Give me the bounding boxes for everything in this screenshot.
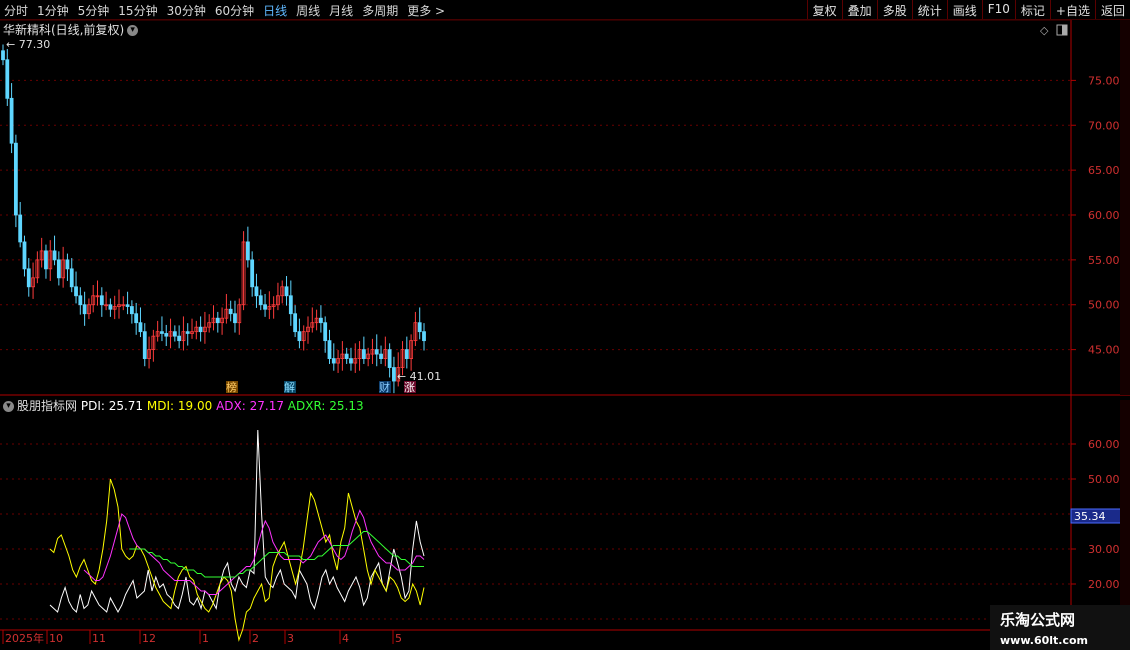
candle-body [387, 349, 392, 368]
price-tick-label: 60.00 [1088, 209, 1120, 222]
candle-body [417, 322, 422, 333]
candle-body [263, 304, 267, 310]
kline-chart-canvas[interactable]: 75.00 70.00 65.00 60.00 55.00 50.00 45.00 60.00… [0, 0, 1130, 650]
series-mdi-line [49, 478, 425, 642]
price-tick-label: 65.00 [1088, 164, 1120, 177]
series-adx-line [83, 509, 425, 595]
candle-body [250, 259, 255, 288]
high-price-label: ← 77.30 [6, 38, 50, 51]
candle-body [198, 326, 203, 333]
candle-body [52, 250, 57, 261]
candle-body [361, 349, 366, 359]
time-axis-label: 10 [49, 632, 63, 645]
candle-body [56, 259, 61, 279]
price-tick-label: 70.00 [1088, 119, 1120, 132]
time-axis-label: 3 [287, 632, 294, 645]
candle-body [318, 317, 323, 324]
price-tick-label: 75.00 [1088, 74, 1120, 87]
event-marker[interactable]: 榜 [226, 380, 237, 394]
candle-body [78, 295, 83, 306]
candle-body [404, 349, 409, 359]
candle-body [288, 295, 293, 315]
candle-body [69, 268, 74, 288]
candle-body [374, 349, 379, 355]
candle-body [245, 241, 250, 261]
indicator-tick-label: 20.00 [1088, 578, 1120, 591]
time-axis-label: 11 [92, 632, 106, 645]
candle-body [215, 317, 220, 324]
candle-body [125, 304, 130, 307]
candle-body [160, 331, 164, 334]
price-tick-label: 45.00 [1088, 344, 1120, 357]
indicator-tick-label: 50.00 [1088, 473, 1120, 486]
time-axis-label: 5 [395, 632, 402, 645]
candle-body [392, 367, 396, 382]
candle-body [22, 241, 27, 270]
candle-body [327, 340, 332, 359]
candle-body [185, 331, 190, 334]
event-marker[interactable]: 涨 [404, 381, 415, 394]
candle-body [129, 306, 134, 315]
time-axis-label: 1 [202, 632, 209, 645]
candle-body [254, 286, 259, 297]
candle-body [172, 331, 177, 337]
candle-body [138, 322, 143, 333]
candle-body [134, 313, 139, 324]
candle-body [293, 313, 298, 333]
price-tick-label: 50.00 [1088, 299, 1120, 312]
candle-body [258, 295, 263, 306]
candle-body [13, 142, 18, 216]
candle-body [177, 335, 182, 342]
candle-body [297, 331, 302, 342]
watermark-title: 乐淘公式网 [1000, 611, 1075, 629]
candle-body [18, 214, 23, 243]
candle-body [331, 358, 336, 364]
watermark-url: www.60lt.com [1000, 634, 1088, 647]
event-marker[interactable]: 解 [284, 380, 295, 394]
candle-body [82, 304, 87, 315]
time-axis-label: 4 [342, 632, 349, 645]
diamond-icon[interactable]: ◇ [1040, 24, 1049, 37]
candle-body [323, 322, 328, 342]
time-axis-label: 2 [252, 632, 259, 645]
candle-body [65, 259, 70, 270]
candle-body [74, 286, 78, 297]
candle-body [228, 308, 233, 315]
candle-body [233, 313, 237, 324]
indicator-tick-label: 60.00 [1088, 438, 1120, 451]
candle-body [344, 353, 349, 359]
event-marker[interactable]: 财 [379, 380, 390, 394]
candle-body [99, 295, 104, 306]
candle-body [349, 358, 353, 364]
candle-body [108, 304, 113, 310]
series-pdi-line [49, 429, 425, 614]
candle-body [5, 59, 10, 99]
time-axis-label: 12 [142, 632, 156, 645]
candle-body [422, 331, 426, 342]
candle-body [379, 353, 383, 359]
candle-body [1, 50, 5, 61]
candle-body [164, 333, 169, 337]
candle-body [26, 268, 31, 288]
indicator-tick-label: 30.00 [1088, 543, 1120, 556]
price-tick-label: 55.00 [1088, 254, 1120, 267]
candle-body [44, 250, 48, 270]
cursor-value: 35.34 [1074, 510, 1106, 523]
time-axis-label: 2025年 [5, 631, 44, 645]
candle-body [9, 97, 14, 144]
candle-body [284, 286, 289, 297]
candle-body [142, 331, 147, 359]
